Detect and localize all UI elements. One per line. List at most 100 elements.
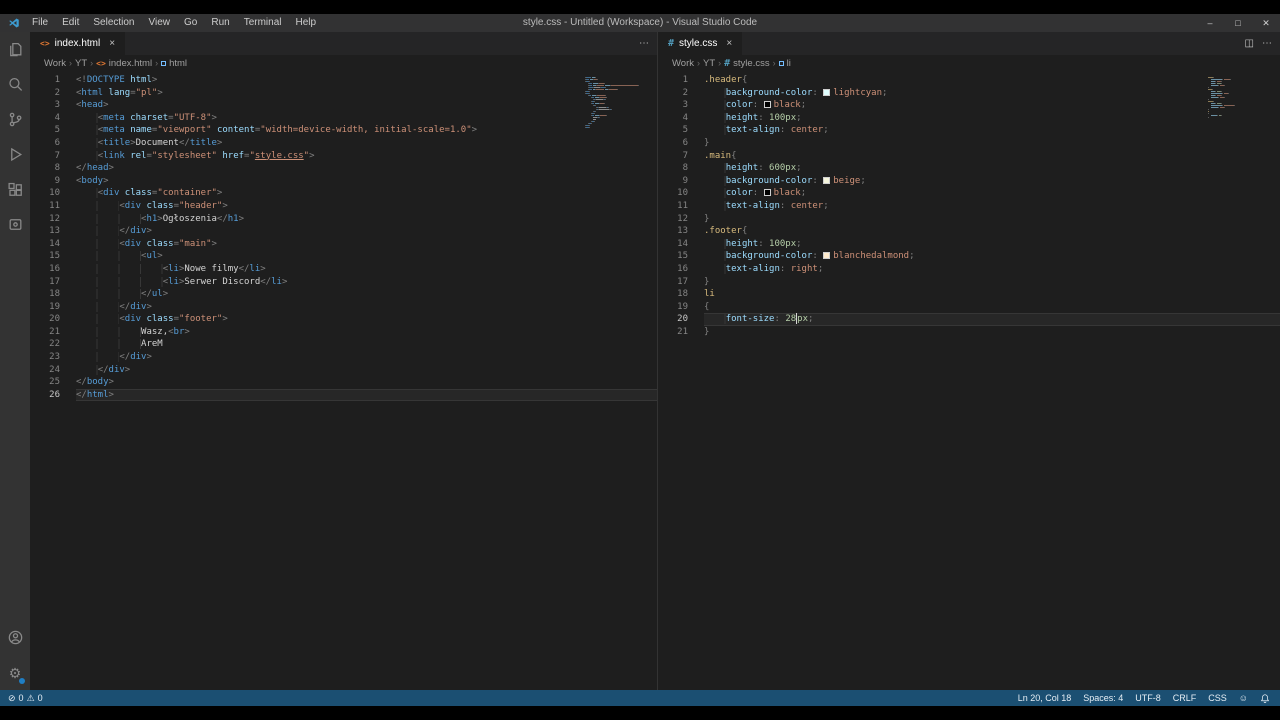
color-swatch[interactable] xyxy=(823,177,830,184)
code-line[interactable]: <h1>Ogłoszenia</h1> xyxy=(76,213,657,226)
code-line[interactable]: color: black; xyxy=(704,99,1280,112)
code-line[interactable]: text-align: right; xyxy=(704,263,1280,276)
code-line[interactable]: </div> xyxy=(76,225,657,238)
code-line[interactable]: </div> xyxy=(76,364,657,377)
editor-style-css[interactable]: 123456789101112131415161718192021 .heade… xyxy=(658,71,1280,690)
code-area[interactable]: <!DOCTYPE html><html lang="pl"><head> <m… xyxy=(76,74,657,690)
code-line[interactable]: } xyxy=(704,326,1280,339)
code-line[interactable]: text-align: center; xyxy=(704,200,1280,213)
run-debug-icon[interactable] xyxy=(0,137,30,172)
code-line[interactable]: <title>Document</title> xyxy=(76,137,657,150)
maximize-button[interactable]: □ xyxy=(1224,14,1252,32)
tab-index-html[interactable]: <> index.html × xyxy=(30,32,125,55)
code-line[interactable]: <link rel="stylesheet" href="style.css"> xyxy=(76,150,657,163)
code-line[interactable]: <head> xyxy=(76,99,657,112)
notifications-bell-icon[interactable] xyxy=(1260,693,1270,704)
code-line[interactable]: </div> xyxy=(76,351,657,364)
code-line[interactable]: <div class="footer"> xyxy=(76,313,657,326)
language-mode[interactable]: CSS xyxy=(1208,693,1227,703)
breadcrumb-item[interactable]: #style.css xyxy=(724,58,769,69)
split-editor-icon[interactable]: ◫ xyxy=(1245,38,1254,49)
code-line[interactable]: height: 100px; xyxy=(704,112,1280,125)
code-line[interactable]: height: 600px; xyxy=(704,162,1280,175)
feedback-icon[interactable]: ☺ xyxy=(1239,693,1248,703)
breadcrumb-item[interactable]: html xyxy=(161,58,187,69)
code-line[interactable]: </div> xyxy=(76,301,657,314)
eol-setting[interactable]: CRLF xyxy=(1173,693,1197,703)
code-line[interactable]: <html lang="pl"> xyxy=(76,87,657,100)
more-actions-icon[interactable]: ⋯ xyxy=(639,38,649,49)
titlebar[interactable]: FileEditSelectionViewGoRunTerminalHelp s… xyxy=(0,14,1280,32)
code-line[interactable]: <div class="main"> xyxy=(76,238,657,251)
indentation-setting[interactable]: Spaces: 4 xyxy=(1083,693,1123,703)
cursor-position[interactable]: Ln 20, Col 18 xyxy=(1018,693,1072,703)
breadcrumb-item[interactable]: li xyxy=(779,58,791,69)
code-line[interactable]: } xyxy=(704,137,1280,150)
code-line[interactable]: } xyxy=(704,276,1280,289)
code-line[interactable]: <div class="container"> xyxy=(76,187,657,200)
settings-gear-icon[interactable]: ⚙ xyxy=(0,655,30,690)
code-line[interactable]: .main{ xyxy=(704,150,1280,163)
code-line[interactable]: } xyxy=(704,213,1280,226)
code-line[interactable]: background-color: lightcyan; xyxy=(704,87,1280,100)
code-area[interactable]: .header{ background-color: lightcyan; co… xyxy=(704,74,1280,690)
color-swatch[interactable] xyxy=(823,89,830,96)
explorer-icon[interactable] xyxy=(0,32,30,67)
code-line[interactable]: height: 100px; xyxy=(704,238,1280,251)
code-line[interactable]: <body> xyxy=(76,175,657,188)
code-line[interactable]: <div class="header"> xyxy=(76,200,657,213)
code-line[interactable]: .footer{ xyxy=(704,225,1280,238)
close-tab-icon[interactable]: × xyxy=(726,38,732,49)
code-line[interactable]: <li>Nowe filmy</li> xyxy=(76,263,657,276)
code-line[interactable]: <!DOCTYPE html> xyxy=(76,74,657,87)
editor-index-html[interactable]: 1234567891011121314151617181920212223242… xyxy=(30,71,657,690)
source-control-icon[interactable] xyxy=(0,102,30,137)
code-line[interactable]: Wasz,<br> xyxy=(76,326,657,339)
code-line[interactable]: .header{ xyxy=(704,74,1280,87)
more-actions-icon[interactable]: ⋯ xyxy=(1262,38,1272,49)
code-line[interactable]: li xyxy=(704,288,1280,301)
breadcrumb-item[interactable]: Work xyxy=(672,58,694,69)
menu-selection[interactable]: Selection xyxy=(86,14,141,32)
code-line[interactable]: { xyxy=(704,301,1280,314)
color-swatch[interactable] xyxy=(764,101,771,108)
code-line[interactable]: <meta charset="UTF-8"> xyxy=(76,112,657,125)
breadcrumb-item[interactable]: Work xyxy=(44,58,66,69)
menu-run[interactable]: Run xyxy=(204,14,236,32)
account-icon[interactable] xyxy=(0,620,30,655)
menu-terminal[interactable]: Terminal xyxy=(237,14,289,32)
code-line[interactable]: background-color: blanchedalmond; xyxy=(704,250,1280,263)
code-line[interactable]: <li>Serwer Discord</li> xyxy=(76,276,657,289)
color-swatch[interactable] xyxy=(823,252,830,259)
code-line[interactable]: color: black; xyxy=(704,187,1280,200)
code-line[interactable]: AreM xyxy=(76,338,657,351)
breadcrumb-item[interactable]: YT xyxy=(75,58,87,69)
breadcrumb-item[interactable]: YT xyxy=(703,58,715,69)
extensions-icon[interactable] xyxy=(0,172,30,207)
menu-file[interactable]: File xyxy=(25,14,55,32)
code-line[interactable]: <meta name="viewport" content="width=dev… xyxy=(76,124,657,137)
code-line[interactable]: </head> xyxy=(76,162,657,175)
search-icon[interactable] xyxy=(0,67,30,102)
menu-view[interactable]: View xyxy=(142,14,178,32)
encoding-setting[interactable]: UTF-8 xyxy=(1135,693,1161,703)
code-line[interactable]: </ul> xyxy=(76,288,657,301)
code-line[interactable]: text-align: center; xyxy=(704,124,1280,137)
close-window-button[interactable]: ✕ xyxy=(1252,14,1280,32)
remote-extension-icon[interactable] xyxy=(0,207,30,242)
code-line[interactable]: </html> xyxy=(76,389,657,402)
code-line[interactable]: font-size: 28px; xyxy=(704,313,1280,326)
tab-style-css[interactable]: # style.css × xyxy=(658,32,742,55)
color-swatch[interactable] xyxy=(764,189,771,196)
menu-help[interactable]: Help xyxy=(289,14,324,32)
menu-edit[interactable]: Edit xyxy=(55,14,86,32)
minimize-button[interactable]: – xyxy=(1196,14,1224,32)
code-line[interactable]: </body> xyxy=(76,376,657,389)
close-tab-icon[interactable]: × xyxy=(109,38,115,49)
code-line[interactable]: background-color: beige; xyxy=(704,175,1280,188)
minimap[interactable] xyxy=(585,76,645,128)
minimap[interactable] xyxy=(1208,76,1268,118)
menu-go[interactable]: Go xyxy=(177,14,204,32)
code-line[interactable]: <ul> xyxy=(76,250,657,263)
breadcrumb-item[interactable]: <>index.html xyxy=(96,58,152,69)
